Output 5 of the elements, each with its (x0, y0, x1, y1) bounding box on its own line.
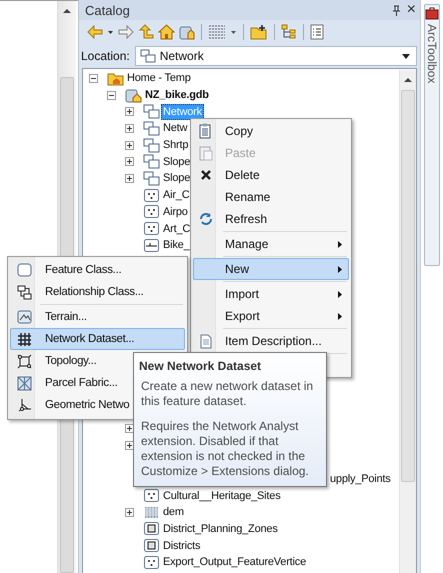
tooltip-title: New Network Dataset (139, 359, 262, 373)
panel-title: Catalog (85, 2, 131, 18)
location-label: Location: (81, 49, 130, 63)
tooltip-text: Create a new network dataset in this feature dataset. (141, 379, 314, 409)
tooltip-text: Requires the Network Analyst extension. Disabled if that extension is not checked in the Customize > Extensions dialog. (141, 419, 310, 479)
